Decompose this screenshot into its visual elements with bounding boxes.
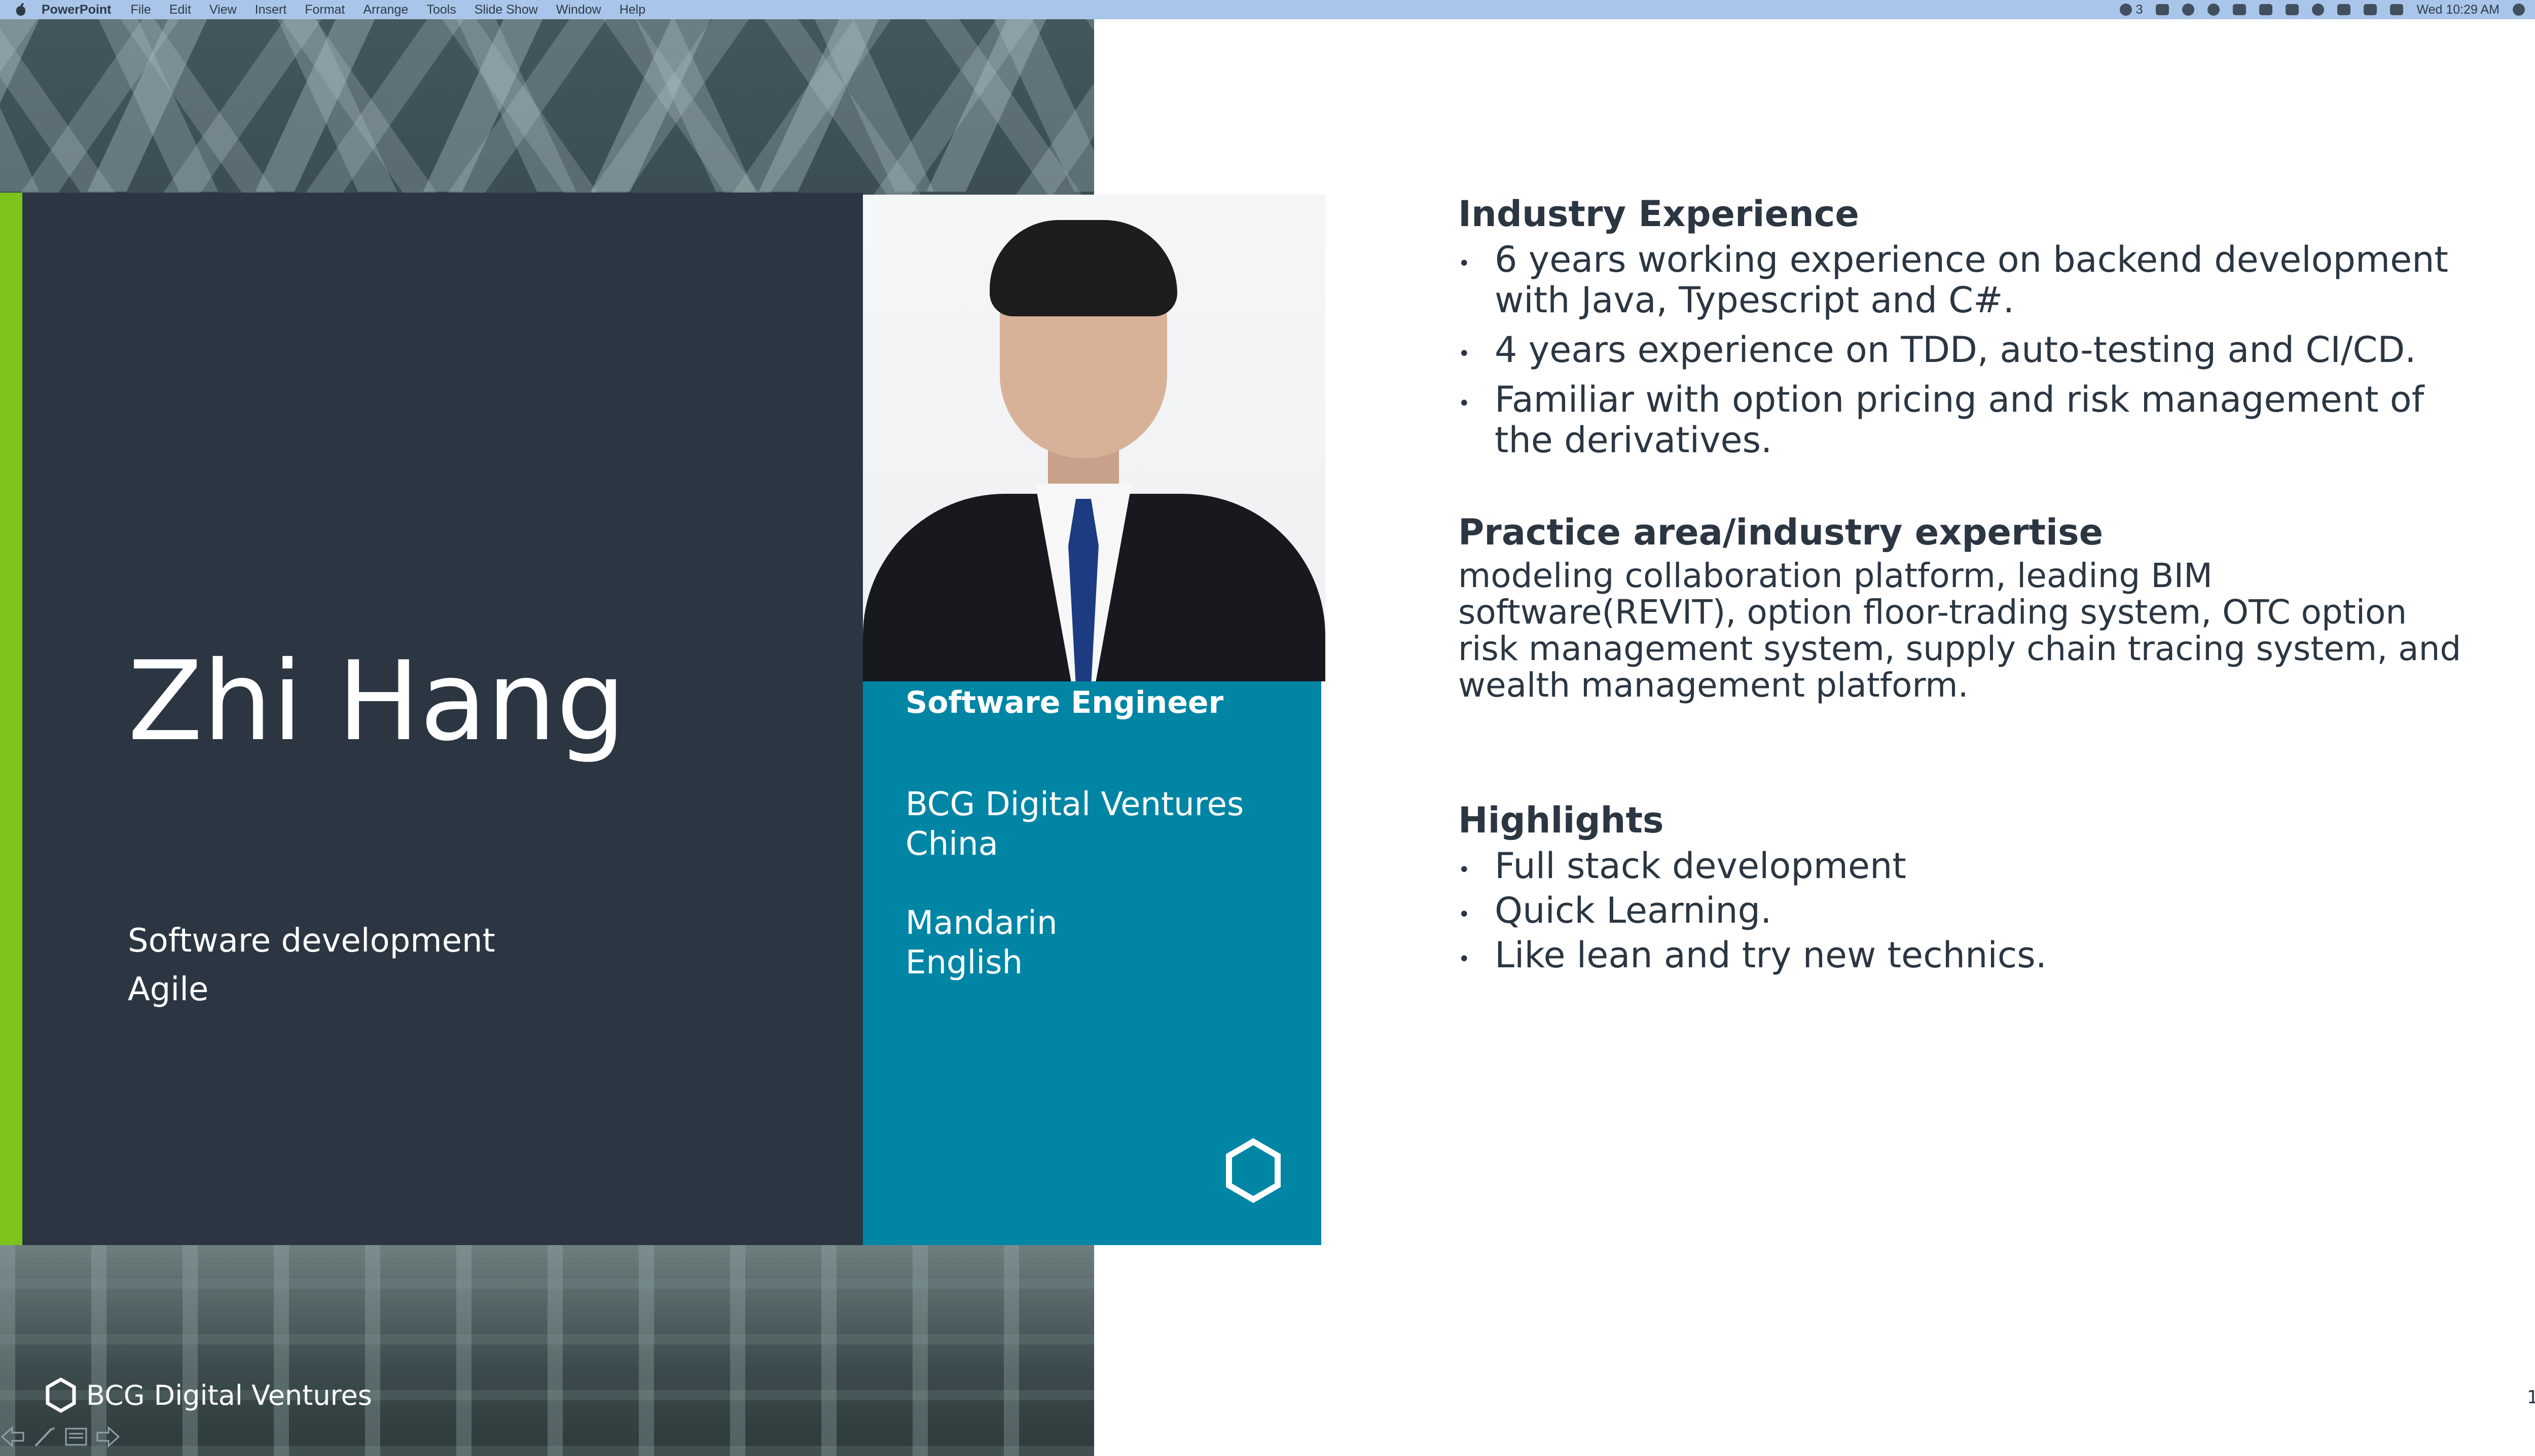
- section-title: Industry Experience: [1458, 193, 1859, 235]
- industry-experience-section: Industry Experience 6 years working expe…: [1458, 189, 2492, 469]
- next-slide-icon[interactable]: [94, 1424, 121, 1450]
- practice-text: modeling collaboration platform, leading…: [1458, 556, 2461, 705]
- language-item: Mandarin: [906, 904, 1058, 942]
- page-number: 1: [2527, 1387, 2535, 1408]
- wifi-icon[interactable]: [2337, 4, 2351, 15]
- highlights-list: Full stack development Quick Learning. L…: [1458, 846, 2047, 984]
- profile-skills: Software development Agile: [128, 917, 495, 1014]
- menu-view[interactable]: View: [209, 3, 237, 17]
- menu-tools[interactable]: Tools: [426, 3, 456, 17]
- bcg-digital-ventures-logo: BCG Digital Ventures: [45, 1377, 372, 1413]
- previous-slide-icon[interactable]: [0, 1424, 26, 1450]
- highlights-section: Highlights Full stack development Quick …: [1458, 795, 2047, 984]
- wechat-icon[interactable]: [2119, 4, 2132, 16]
- skill-item: Agile: [128, 971, 209, 1008]
- brand-prefix: BCG: [86, 1379, 145, 1411]
- steel-beams-top: [0, 19, 1094, 192]
- pen-icon[interactable]: [31, 1424, 58, 1450]
- wechat-badge-count: 3: [2135, 2, 2143, 17]
- menu-file[interactable]: File: [131, 3, 151, 17]
- role-panel: Software Engineer BCG Digital Ventures C…: [863, 681, 1321, 1245]
- steel-beams-bottom: [0, 1243, 1094, 1456]
- brand-name: Digital Ventures: [154, 1379, 372, 1411]
- menu-slide-show[interactable]: Slide Show: [475, 3, 538, 17]
- chat-icon[interactable]: [2207, 4, 2220, 16]
- profile-photo: [863, 195, 1325, 681]
- menu-window[interactable]: Window: [556, 3, 601, 17]
- menu-help[interactable]: Help: [620, 3, 645, 17]
- bcg-hexagon-icon: [1226, 1138, 1281, 1203]
- skill-item: Software development: [128, 922, 495, 960]
- menu-format[interactable]: Format: [305, 3, 345, 17]
- languages: Mandarin English: [906, 903, 1058, 982]
- job-title: Software Engineer: [906, 685, 1224, 720]
- app-menu-powerpoint[interactable]: PowerPoint: [42, 3, 112, 17]
- bcg-hexagon-icon: [46, 1377, 76, 1413]
- screen-share-icon[interactable]: [2286, 4, 2299, 15]
- list-item: Like lean and try new technics.: [1458, 935, 2047, 984]
- slide-menu-icon[interactable]: [63, 1424, 89, 1450]
- list-item: Full stack development: [1458, 846, 2047, 894]
- shield-icon[interactable]: [2156, 4, 2169, 15]
- status-tray: 3 Wed 10:29 AM: [2119, 0, 2535, 19]
- spotlight-search-icon[interactable]: [2513, 4, 2525, 16]
- menu-edit[interactable]: Edit: [169, 3, 191, 17]
- stop-icon[interactable]: [2312, 4, 2325, 16]
- list-item: 4 years experience on TDD, auto-testing …: [1458, 330, 2492, 378]
- menu-insert[interactable]: Insert: [255, 3, 287, 17]
- section-title: Highlights: [1458, 799, 1664, 841]
- list-item: Quick Learning.: [1458, 890, 2047, 939]
- input-source-icon[interactable]: [2390, 4, 2404, 15]
- volume-icon[interactable]: [2233, 4, 2247, 15]
- powerpoint-window: PowerPoint File Edit View Insert Format …: [0, 0, 2535, 1456]
- menu-arrange[interactable]: Arrange: [363, 3, 408, 17]
- slideshow-controls: [0, 1424, 121, 1450]
- record-icon[interactable]: [2182, 4, 2195, 16]
- green-accent-bar: [0, 193, 22, 1245]
- practice-area-section: Practice area/industry expertise modelin…: [1458, 507, 2472, 704]
- cloud-icon[interactable]: [2259, 4, 2273, 15]
- company-location: BCG Digital Ventures China: [906, 785, 1244, 864]
- profile-name: Zhi Hang: [128, 638, 626, 765]
- list-item: Familiar with option pricing and risk ma…: [1458, 379, 2492, 460]
- battery-icon[interactable]: [2364, 4, 2377, 15]
- photo-hair: [990, 220, 1177, 316]
- location-line: China: [906, 825, 998, 863]
- list-item: 6 years working experience on backend de…: [1458, 239, 2492, 320]
- menu-bar: PowerPoint File Edit View Insert Format …: [0, 0, 2535, 19]
- apple-icon[interactable]: [15, 3, 26, 16]
- company-line: BCG Digital Ventures: [906, 786, 1244, 823]
- section-title: Practice area/industry expertise: [1458, 512, 2104, 553]
- language-item: English: [906, 944, 1023, 981]
- menubar-clock[interactable]: Wed 10:29 AM: [2416, 3, 2500, 17]
- experience-list: 6 years working experience on backend de…: [1458, 239, 2492, 460]
